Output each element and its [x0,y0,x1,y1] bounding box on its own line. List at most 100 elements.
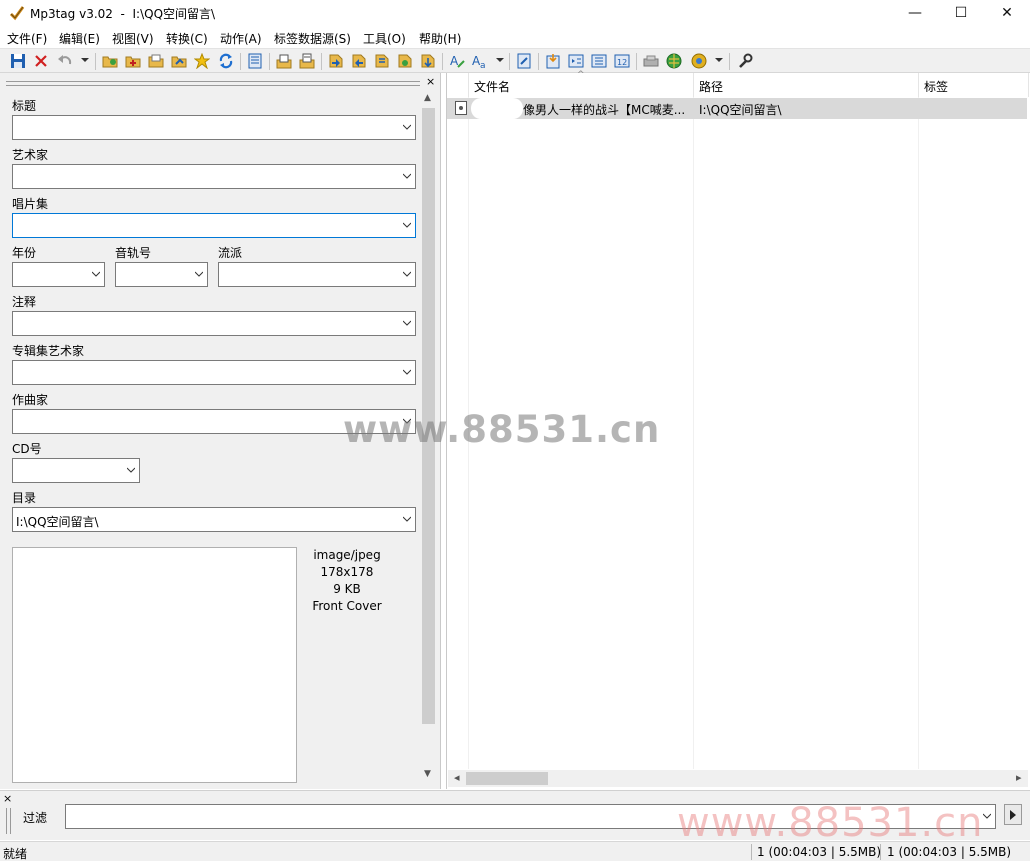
tag-source-dropdown-icon[interactable] [715,58,723,62]
column-divider [468,97,469,769]
chevron-down-icon[interactable] [403,417,411,425]
undo-icon[interactable] [57,53,73,69]
disc-field[interactable] [12,458,140,483]
case-conversion-icon[interactable]: A [449,53,465,69]
chevron-down-icon[interactable] [983,812,991,820]
directory-value: I:\QQ空间留言\ [16,515,99,529]
favorites-folder-icon[interactable] [171,53,187,69]
directory-label: 目录 [12,491,37,505]
actions-dropdown-icon[interactable] [496,58,504,62]
menu-tag-sources[interactable]: 标签数据源(S) [274,30,351,47]
toolbar-separator [729,53,730,70]
menu-action[interactable]: 动作(A) [220,30,262,47]
genre-field[interactable] [218,262,416,287]
row-path: I:\QQ空间留言\ [699,103,782,117]
column-header-tag[interactable]: 标签 [919,73,1029,97]
playlist-icon[interactable] [568,53,584,69]
chevron-down-icon[interactable] [403,172,411,180]
year-field[interactable] [12,262,105,287]
column-header-path[interactable]: 路径 [694,73,919,97]
column-header-icon[interactable] [447,73,469,97]
tag-to-filename-icon[interactable] [328,53,344,69]
album-field[interactable] [12,213,416,238]
composer-field[interactable] [12,409,416,434]
chevron-down-icon[interactable] [403,368,411,376]
tag-panel-icon[interactable] [247,53,263,69]
star-icon[interactable] [194,53,210,69]
status-bar: 就绪 1 (00:04:03 | 5.5MB) 1 (00:04:03 | 5.… [0,841,1030,861]
album-artist-field[interactable] [12,360,416,385]
export-icon[interactable] [276,53,292,69]
menu-convert[interactable]: 转换(C) [166,30,208,47]
chevron-down-icon[interactable] [403,270,411,278]
web-source-icon[interactable] [666,53,682,69]
minimize-button[interactable]: — [892,0,938,26]
tag-panel-scrollbar[interactable]: ▲ ▼ [421,91,436,784]
menu-view[interactable]: 视图(V) [112,30,154,47]
file-list: 文件名 ^ 路径 标签 像男人一样的战斗【MC喊麦... I:\QQ空间留言\ … [446,70,1030,789]
filter-close-icon[interactable]: × [3,792,12,805]
menu-tools[interactable]: 工具(O) [363,30,406,47]
directory-field[interactable]: I:\QQ空间留言\ [12,507,416,532]
scroll-left-icon[interactable]: ◂ [454,771,460,784]
cover-art-box[interactable] [12,547,297,783]
number-icon[interactable]: 12 [614,53,630,69]
filter-grip[interactable] [6,808,11,834]
edit-document-icon[interactable] [516,53,532,69]
text-file-to-tag-icon[interactable] [374,53,390,69]
chevron-down-icon[interactable] [92,270,100,278]
table-row[interactable]: 像男人一样的战斗【MC喊麦... I:\QQ空间留言\ [447,98,1027,119]
filename-to-tag-icon[interactable] [351,53,367,69]
file-list-hscrollbar[interactable]: ◂ ▸ [448,770,1028,787]
column-header-path-label: 路径 [699,80,724,94]
track-field[interactable] [115,262,208,287]
chevron-down-icon[interactable] [403,221,411,229]
title-field[interactable] [12,115,416,140]
chevron-down-icon[interactable] [195,270,203,278]
chevron-down-icon[interactable] [403,123,411,131]
scroll-down-icon[interactable]: ▼ [424,769,431,779]
print-icon[interactable] [299,53,315,69]
open-folder-icon[interactable] [148,53,164,69]
auto-numbering-icon[interactable] [420,53,436,69]
artist-field[interactable] [12,164,416,189]
disc-label: CD号 [12,442,42,456]
column-header-filename[interactable]: 文件名 ^ [469,70,694,97]
add-directory-icon[interactable] [125,53,141,69]
toolbar-separator [269,53,270,70]
hscrollbar-thumb[interactable] [466,772,548,785]
status-separator [880,844,881,860]
panel-grip[interactable] [6,81,420,86]
sort-ascending-icon: ^ [577,70,585,80]
export-list-icon[interactable] [591,53,607,69]
chevron-down-icon[interactable] [403,515,411,523]
menu-file[interactable]: 文件(F) [7,30,47,47]
status-separator [751,844,752,860]
settings-wrench-icon[interactable] [737,53,753,69]
scroll-up-icon[interactable]: ▲ [424,93,431,103]
cd-icon[interactable] [643,53,659,69]
chevron-down-icon[interactable] [403,319,411,327]
remove-tag-icon[interactable] [33,53,49,69]
import-icon[interactable] [545,53,561,69]
save-icon[interactable] [10,53,26,69]
artist-label: 艺术家 [12,148,49,162]
menu-edit[interactable]: 编辑(E) [59,30,100,47]
change-directory-icon[interactable] [102,53,118,69]
filter-apply-button[interactable] [1004,804,1022,825]
panel-close-icon[interactable]: × [426,75,435,88]
maximize-button[interactable]: ☐ [938,0,984,26]
menu-help[interactable]: 帮助(H) [419,30,461,47]
chevron-down-icon[interactable] [127,466,135,474]
filter-input[interactable] [65,804,996,829]
actions-icon[interactable]: Aa [472,53,488,69]
scroll-right-icon[interactable]: ▸ [1016,771,1022,784]
undo-dropdown-icon[interactable] [81,58,89,62]
close-button[interactable]: ✕ [984,0,1030,26]
scrollbar-thumb[interactable] [422,108,435,724]
freedb-icon[interactable] [691,53,707,69]
comment-field[interactable] [12,311,416,336]
tag-to-tag-icon[interactable] [397,53,413,69]
refresh-icon[interactable] [218,53,234,69]
column-header-filename-label: 文件名 [474,80,511,94]
